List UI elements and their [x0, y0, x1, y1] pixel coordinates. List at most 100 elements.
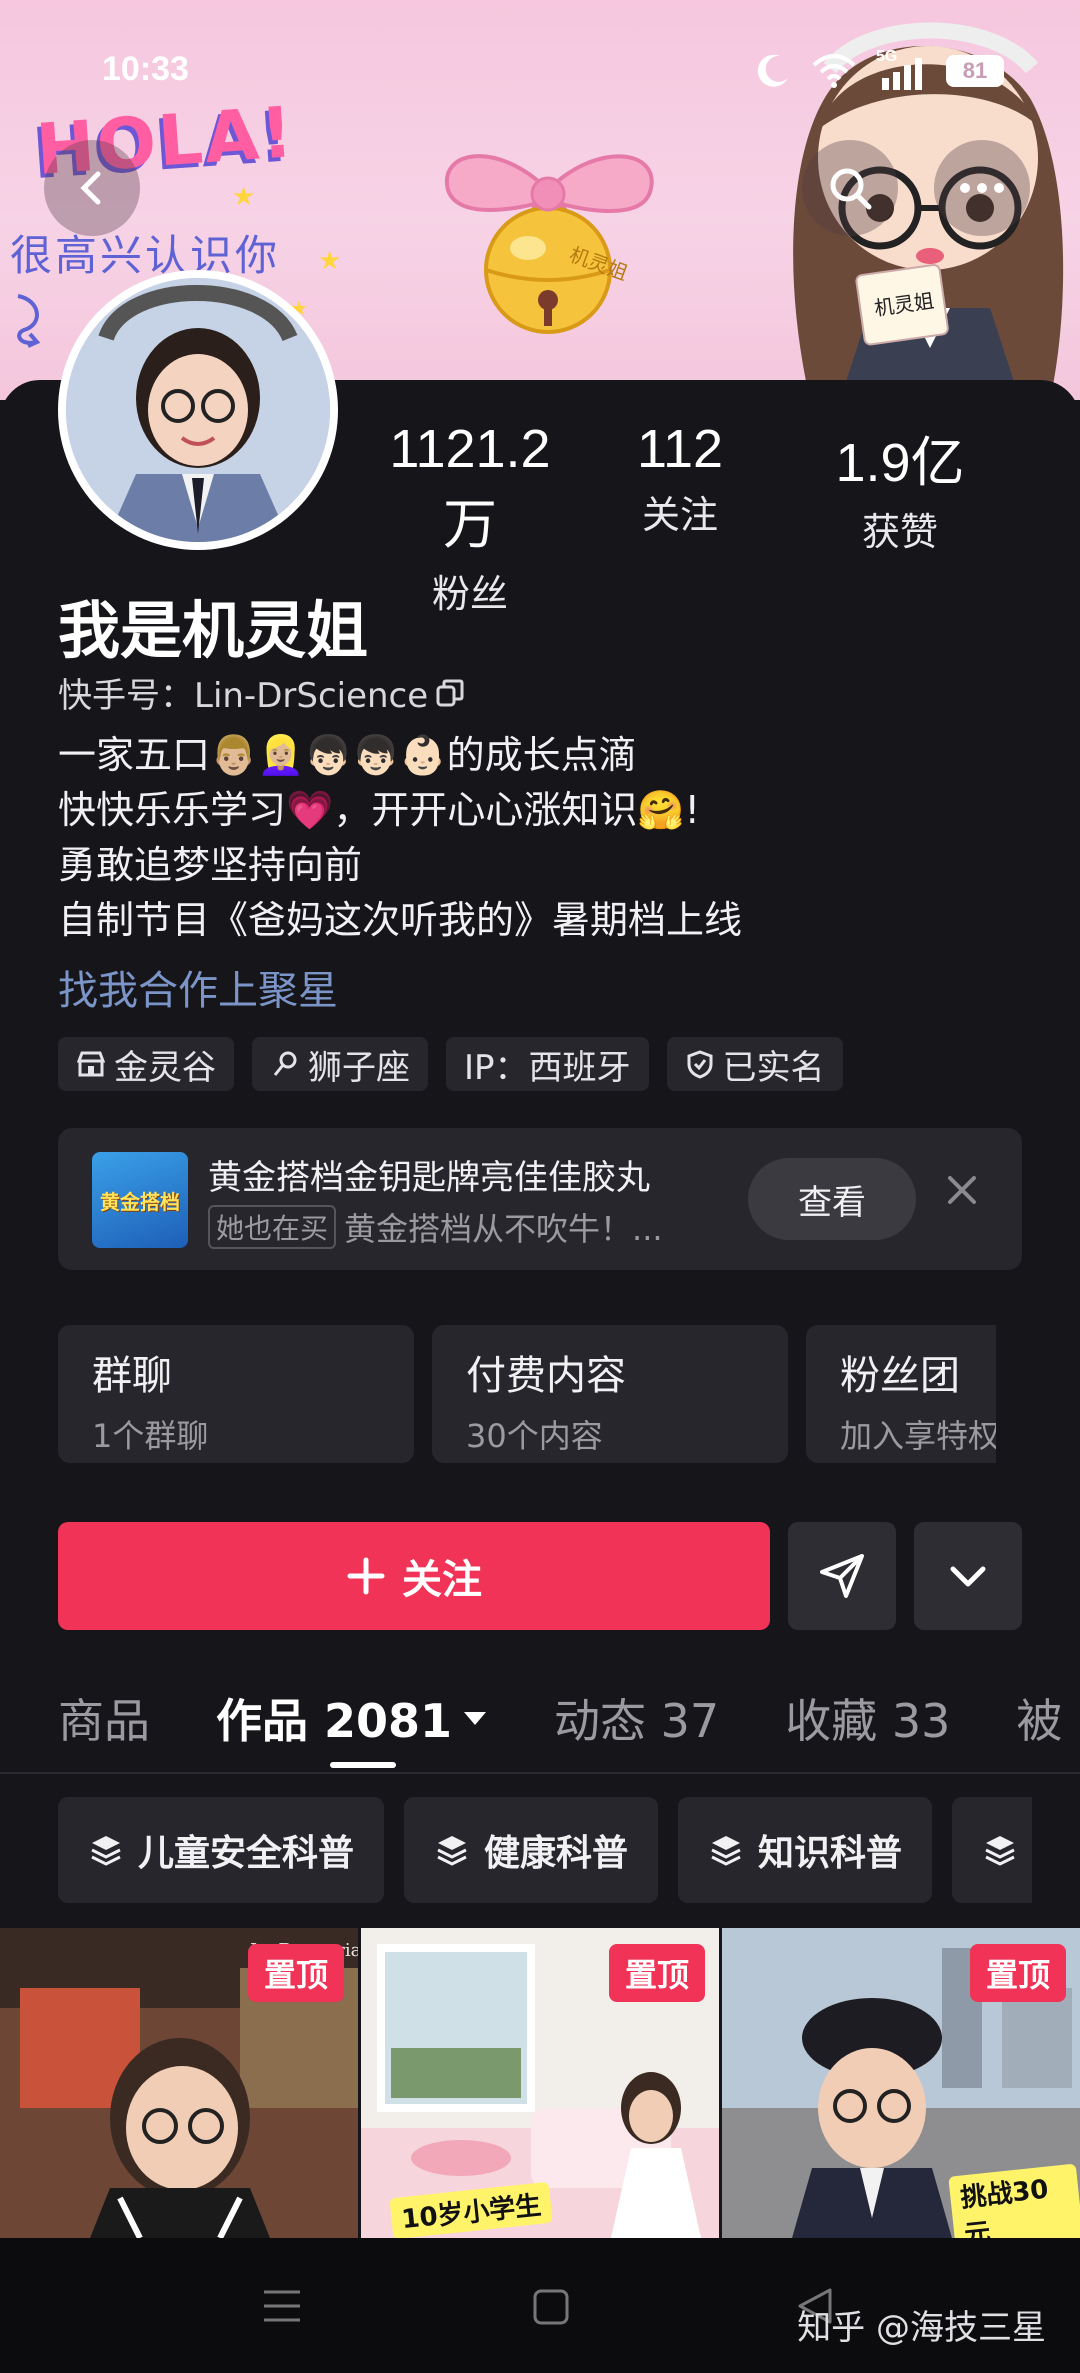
star-icon: ★ — [318, 246, 342, 276]
tag-label: 已实名 — [722, 1047, 825, 1088]
kuaishou-id[interactable]: 快手号：Lin-DrScience — [58, 668, 466, 717]
video-thumbnail[interactable]: 10岁小学生 置顶 — [361, 1928, 719, 2238]
bio-line: 勇敢追梦坚持向前 — [58, 843, 363, 887]
collection-label: 健康科普 — [484, 1833, 629, 1874]
collection-chip[interactable]: 健康科普 — [404, 1797, 659, 1903]
ad-badge: 她也在买 — [208, 1205, 337, 1249]
tag-label: 金灵谷 — [114, 1047, 216, 1088]
stat-value: 112 — [636, 419, 724, 479]
video-caption: 挑战30元 — [948, 2163, 1080, 2238]
stat-value: 1.9亿 — [835, 433, 965, 493]
stat-label: 获赞 — [861, 510, 938, 554]
banner-greeting-text: 很高兴认识你 — [10, 231, 281, 280]
home-square-icon[interactable] — [532, 2288, 570, 2326]
menu-icon[interactable] — [262, 2288, 302, 2324]
chevron-down-icon — [950, 1566, 986, 1587]
stat-value: 1121.2万 — [389, 419, 551, 555]
kuaishou-id-text: 快手号：Lin-DrScience — [58, 676, 429, 716]
product-ad-banner[interactable]: 黄金搭档 黄金搭档金钥匙牌亮佳佳胶丸 她也在买 黄金搭档从不吹牛！... 查看 — [58, 1128, 1022, 1270]
tag-ip-location: IP：西班牙 — [446, 1037, 649, 1091]
paid-content-card[interactable]: 付费内容 30个内容 — [432, 1325, 788, 1463]
chevron-left-icon — [80, 171, 101, 205]
wifi-icon — [812, 54, 856, 88]
profile-tags: 金灵谷 狮子座 IP：西班牙 已实名 — [58, 1037, 843, 1091]
content-tabs: 商品 作品 2081 动态 37 收藏 33 被 — [58, 1685, 1080, 1751]
tag-zodiac[interactable]: 狮子座 — [252, 1037, 428, 1091]
bio-line: 一家五口👨🏼👱🏼‍♀️👦🏻👦🏻👶🏻的成长点滴 — [58, 733, 637, 777]
cooperation-link[interactable]: 找我合作上聚星 — [58, 958, 338, 1016]
stat-label: 关注 — [641, 493, 718, 537]
plus-icon — [347, 1557, 385, 1595]
bio-line: 快快乐乐学习💗，开开心心涨知识🤗! — [58, 788, 700, 832]
feature-card-title: 付费内容 — [466, 1353, 626, 1399]
do-not-disturb-moon-icon — [757, 54, 788, 87]
layers-icon — [437, 1836, 467, 1866]
layers-icon — [711, 1836, 741, 1866]
back-button[interactable] — [44, 140, 140, 236]
bio-line: 自制节目《爸妈这次听我的》暑期档上线 — [58, 898, 743, 942]
video-grid: La Boqueria 置顶 10岁小学生 置顶 — [0, 1928, 1080, 2238]
close-icon — [948, 1176, 976, 1204]
zodiac-icon — [273, 1051, 297, 1076]
pinned-badge: 置顶 — [248, 1944, 344, 2002]
search-button[interactable] — [802, 140, 898, 236]
star-icon: ★ — [232, 182, 256, 212]
avatar-photo — [66, 278, 330, 542]
tag-verified[interactable]: 已实名 — [666, 1037, 843, 1091]
ad-thumbnail: 黄金搭档 — [92, 1152, 188, 1248]
stat-label: 粉丝 — [431, 572, 508, 616]
feature-card-title: 群聊 — [92, 1353, 172, 1399]
stat-following[interactable]: 112 关注 — [570, 418, 790, 618]
status-bar: 10:33 5G 81 — [0, 40, 1080, 100]
fan-club-card[interactable]: 粉丝团 加入享特权 — [806, 1325, 996, 1463]
tag-shop[interactable]: 金灵谷 — [58, 1037, 234, 1091]
collection-chip[interactable] — [952, 1797, 1033, 1903]
ad-title: 黄金搭档金钥匙牌亮佳佳胶丸 — [208, 1158, 650, 1198]
pinned-badge: 置顶 — [970, 1944, 1066, 2002]
collection-chips: 儿童安全科普 健康科普 知识科普 — [58, 1797, 1033, 1903]
tab-partial[interactable]: 被 — [1016, 1685, 1062, 1751]
video-thumbnail[interactable]: 挑战30元 置顶 — [722, 1928, 1080, 2238]
expand-more-button[interactable] — [914, 1522, 1022, 1630]
shop-icon — [76, 1051, 106, 1077]
profile-bio: 一家五口👨🏼👱🏼‍♀️👦🏻👦🏻👶🏻的成长点滴 快快乐乐学习💗，开开心心涨知识🤗!… — [58, 728, 742, 948]
tab-products[interactable]: 商品 — [58, 1685, 150, 1751]
ad-subtitle-row: 她也在买 黄金搭档从不吹牛！... — [208, 1204, 663, 1250]
collection-chip[interactable]: 知识科普 — [678, 1797, 933, 1903]
watermark: 知乎 @海技三星 — [797, 2308, 1046, 2348]
avatar[interactable] — [58, 270, 338, 550]
shield-check-icon — [687, 1050, 713, 1079]
battery-indicator: 81 — [946, 55, 1004, 87]
feature-card-subtitle: 30个内容 — [466, 1417, 603, 1455]
caret-down-icon — [464, 1712, 487, 1725]
tag-label: 狮子座 — [308, 1047, 410, 1088]
tab-label: 作品 2081 — [216, 1694, 453, 1748]
video-thumbnail[interactable]: La Boqueria 置顶 — [0, 1928, 358, 2238]
tab-moments[interactable]: 动态 37 — [554, 1685, 719, 1751]
status-time: 10:33 — [102, 50, 189, 88]
more-options-button[interactable] — [934, 140, 1030, 236]
tab-works[interactable]: 作品 2081 — [216, 1685, 488, 1751]
follow-button[interactable]: 关注 — [58, 1522, 770, 1630]
stat-followers[interactable]: 1121.2万 粉丝 — [370, 418, 570, 618]
tag-label: IP：西班牙 — [464, 1047, 631, 1088]
ad-subtitle: 黄金搭档从不吹牛！... — [344, 1210, 663, 1248]
collection-label: 儿童安全科普 — [138, 1833, 355, 1874]
feature-card-subtitle: 加入享特权 — [840, 1417, 996, 1455]
tab-favorites[interactable]: 收藏 33 — [785, 1685, 950, 1751]
collection-chip[interactable]: 儿童安全科普 — [58, 1797, 385, 1903]
send-paper-plane-icon — [820, 1554, 864, 1598]
bell-ribbon-icon: 机灵姐 — [444, 154, 654, 334]
ad-view-button[interactable]: 查看 — [748, 1158, 916, 1240]
profile-actions: 关注 — [58, 1522, 1022, 1630]
stat-likes[interactable]: 1.9亿 获赞 — [790, 418, 1010, 618]
group-chat-card[interactable]: 群聊 1个群聊 — [58, 1325, 414, 1463]
arrow-doodle-icon — [17, 294, 41, 348]
search-icon — [830, 168, 872, 210]
feature-card-subtitle: 1个群聊 — [92, 1417, 209, 1455]
layers-icon — [985, 1836, 1015, 1866]
collection-label: 知识科普 — [758, 1833, 903, 1874]
send-message-button[interactable] — [788, 1522, 896, 1630]
copy-icon[interactable] — [434, 677, 466, 709]
ad-close-button[interactable] — [944, 1172, 980, 1218]
